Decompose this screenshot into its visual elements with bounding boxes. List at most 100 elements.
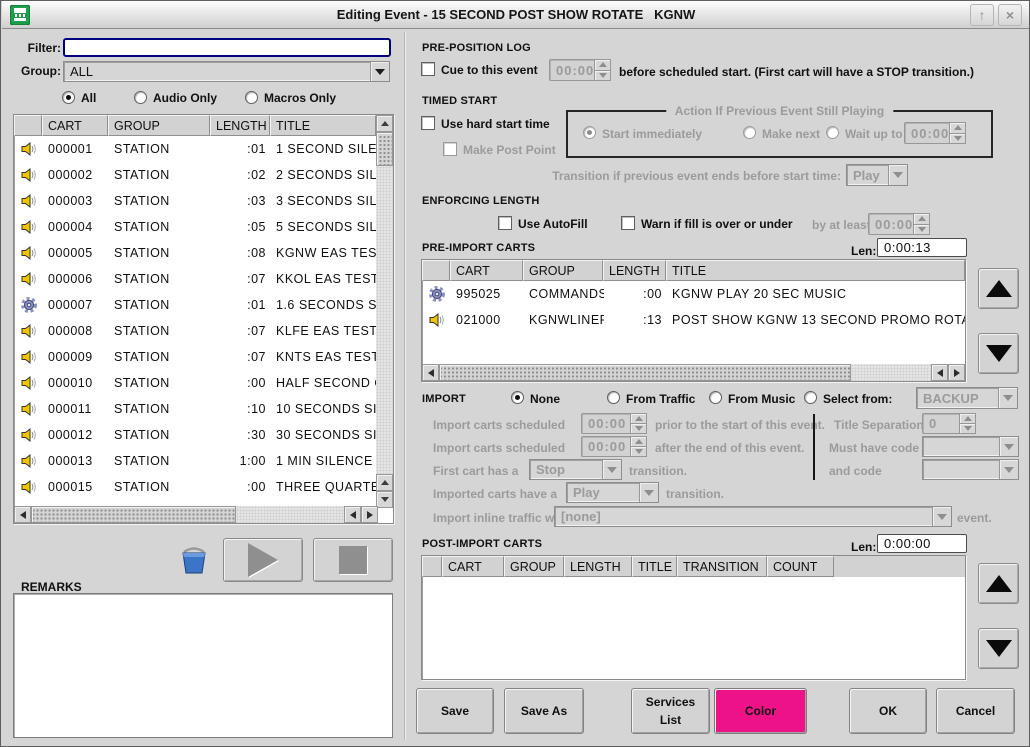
table-row[interactable]: 995025COMMANDS:00KGNW PLAY 20 SEC MUSIC	[423, 281, 966, 307]
scroll-left-icon[interactable]	[14, 506, 31, 523]
table-row[interactable]: 000010STATION:00HALF SECOND OF	[15, 370, 378, 396]
cue-checkbox[interactable]	[421, 62, 435, 76]
bucket-icon[interactable]	[179, 544, 209, 576]
scroll-down-icon[interactable]	[376, 491, 393, 508]
autofill-checkbox[interactable]	[498, 216, 512, 230]
title-separation-label: Title Separation	[834, 418, 924, 432]
radio-macros-only-label: Macros Only	[264, 91, 336, 105]
cell-length: :13	[604, 313, 667, 327]
column-header[interactable]: COUNT	[767, 556, 834, 577]
scroll-left2-icon[interactable]	[344, 506, 361, 523]
radio-audio-only[interactable]	[134, 91, 147, 104]
table-row[interactable]: 000006STATION:07KKOL EAS TEST IN	[15, 266, 378, 292]
preimport-move-up-button[interactable]	[978, 268, 1019, 309]
cell-cart: 000005	[43, 246, 109, 260]
services-list-button[interactable]: Services List	[631, 688, 710, 734]
cell-length: :07	[211, 350, 271, 364]
table-row[interactable]: 000013STATION1:001 MIN SILENCE	[15, 448, 378, 474]
spin-down-icon	[959, 424, 976, 434]
scroll-right-icon[interactable]	[361, 506, 378, 523]
column-header[interactable]	[14, 115, 42, 136]
scroll-left-icon[interactable]	[422, 364, 439, 381]
column-header[interactable]: LENGTH	[210, 115, 270, 136]
column-header[interactable]: CART	[442, 556, 504, 577]
ok-button[interactable]: OK	[849, 688, 927, 734]
table-row[interactable]: 000011STATION:1010 SECONDS SILE	[15, 396, 378, 422]
postimport-move-down-button[interactable]	[978, 628, 1019, 669]
column-header[interactable]: TRANSITION	[677, 556, 767, 577]
radio-all[interactable]	[62, 91, 75, 104]
transition-select-value: Play	[847, 165, 888, 185]
column-header[interactable]	[422, 260, 450, 281]
column-header[interactable]: LENGTH	[564, 556, 632, 577]
services-list-line2: List	[660, 711, 681, 729]
scroll-left2-icon[interactable]	[931, 364, 948, 381]
table-row[interactable]: 000015STATION:00THREE QUARTER	[15, 474, 378, 500]
table-row[interactable]: 000001STATION:011 SECOND SILEN	[15, 136, 378, 162]
save-as-button[interactable]: Save As	[504, 688, 584, 734]
preimport-table: CARTGROUPLENGTHTITLE 995025COMMANDS:00KG…	[421, 259, 966, 382]
column-header[interactable]: GROUP	[523, 260, 603, 281]
filter-input[interactable]	[63, 38, 391, 57]
radio-import-none[interactable]	[511, 391, 524, 404]
table-row[interactable]: 000012STATION:3030 SECONDS SILE	[15, 422, 378, 448]
column-header[interactable]: CART	[42, 115, 108, 136]
stop-button[interactable]	[313, 538, 393, 582]
preimport-header[interactable]: CARTGROUPLENGTHTITLE	[422, 260, 965, 281]
radio-import-select-from[interactable]	[804, 391, 817, 404]
column-header[interactable]: CART	[450, 260, 523, 281]
group-select[interactable]: ALL	[63, 61, 390, 82]
table-row[interactable]: 000003STATION:033 SECONDS SILEI	[15, 188, 378, 214]
save-button[interactable]: Save	[416, 688, 494, 734]
hard-start-checkbox[interactable]	[421, 116, 435, 130]
cart-list-header[interactable]: CARTGROUPLENGTHTITLE	[14, 115, 376, 136]
radio-macros-only[interactable]	[245, 91, 258, 104]
column-header[interactable]: GROUP	[108, 115, 210, 136]
table-row[interactable]: 000008STATION:07KLFE EAS TEST IN	[15, 318, 378, 344]
hscroll-thumb[interactable]	[31, 506, 236, 523]
preimport-move-down-button[interactable]	[978, 333, 1019, 374]
cancel-button[interactable]: Cancel	[936, 688, 1015, 734]
preposition-title: PRE-POSITION LOG	[422, 42, 531, 54]
column-header[interactable]: TITLE	[666, 260, 965, 281]
titlebar[interactable]: Editing Event - 15 SECOND POST SHOW ROTA…	[2, 1, 1030, 29]
hscroll-track[interactable]	[851, 364, 931, 381]
play-button[interactable]	[223, 538, 303, 582]
cart-list-vscrollbar[interactable]	[376, 115, 393, 508]
cue-time-spinner: 00:00	[549, 59, 611, 81]
vscroll-thumb[interactable]	[376, 132, 393, 166]
table-row[interactable]: 000002STATION:022 SECONDS SILEI	[15, 162, 378, 188]
cell-title: 1.6 SECONDS SIL	[271, 298, 378, 312]
color-button[interactable]: Color	[714, 688, 807, 734]
cart-list-hscrollbar[interactable]	[14, 506, 378, 523]
column-header[interactable]	[422, 556, 442, 577]
postimport-header[interactable]: CARTGROUPLENGTHTITLETRANSITIONCOUNT	[422, 556, 965, 577]
table-row[interactable]: 000007STATION:011.6 SECONDS SIL	[15, 292, 378, 318]
remarks-textarea[interactable]	[13, 593, 393, 738]
shade-button[interactable]: ↑	[970, 4, 994, 26]
column-header[interactable]: TITLE	[632, 556, 677, 577]
table-row[interactable]: 000004STATION:055 SECONDS SILEI	[15, 214, 378, 240]
imported-carts-note: transition.	[666, 487, 724, 501]
radio-import-music[interactable]	[709, 391, 722, 404]
cell-group: STATION	[109, 194, 211, 208]
hscroll-thumb[interactable]	[439, 364, 851, 381]
scroll-up2-icon[interactable]	[376, 474, 393, 491]
hscroll-track[interactable]	[236, 506, 344, 523]
chevron-down-icon	[932, 507, 951, 526]
warn-checkbox[interactable]	[621, 216, 635, 230]
column-header[interactable]: LENGTH	[603, 260, 666, 281]
preimport-hscrollbar[interactable]	[422, 364, 965, 381]
scroll-up-icon[interactable]	[376, 115, 393, 132]
scroll-right-icon[interactable]	[948, 364, 965, 381]
table-row[interactable]: 000009STATION:07KNTS EAS TEST IN	[15, 344, 378, 370]
column-header[interactable]: TITLE	[270, 115, 376, 136]
table-row[interactable]: 000005STATION:08KGNW EAS TEST	[15, 240, 378, 266]
table-row[interactable]: 021000KGNWLINERS:13POST SHOW KGNW 13 SEC…	[423, 307, 966, 333]
close-button[interactable]: ×	[998, 4, 1022, 26]
radio-import-traffic[interactable]	[607, 391, 620, 404]
column-header[interactable]: GROUP	[504, 556, 564, 577]
and-code-select	[922, 459, 1019, 480]
vscroll-track[interactable]	[376, 166, 393, 474]
postimport-move-up-button[interactable]	[978, 563, 1019, 604]
